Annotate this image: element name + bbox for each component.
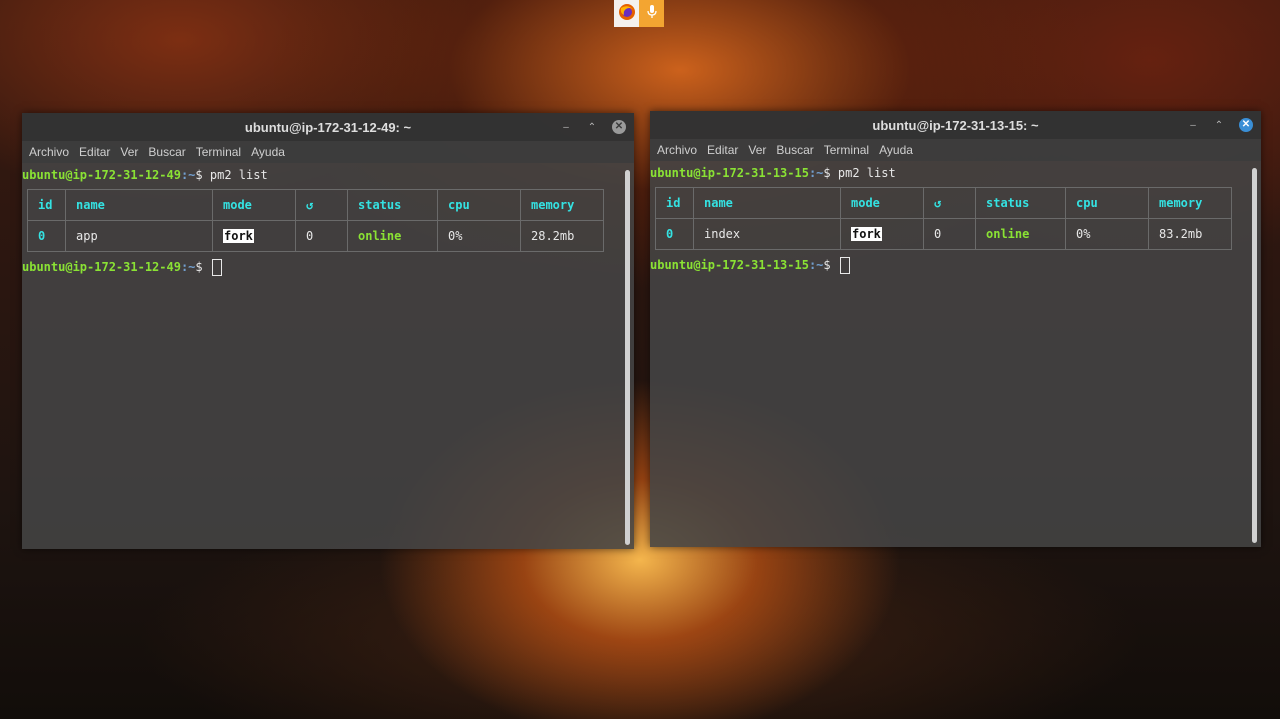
header-name: name — [693, 187, 841, 219]
menu-buscar[interactable]: Buscar — [148, 145, 185, 159]
prompt-symbol: $ — [823, 258, 831, 272]
header-status: status — [347, 189, 438, 221]
cell-status: online — [975, 218, 1066, 250]
minimize-icon[interactable]: – — [1187, 120, 1199, 131]
header-cpu: cpu — [1065, 187, 1149, 219]
command-text: pm2 list — [202, 168, 268, 182]
menu-ayuda[interactable]: Ayuda — [879, 143, 913, 157]
table-row: 0 index fork 0 online 0% 83.2mb — [655, 218, 1232, 250]
window-title: ubuntu@ip-172-31-13-15: ~ — [872, 117, 1039, 133]
cell-id: 0 — [655, 218, 694, 250]
command-line: ubuntu@ip-172-31-12-49:~$ pm2 list — [22, 166, 634, 184]
microphone-icon — [646, 4, 658, 24]
cell-name: index — [693, 218, 841, 250]
restart-icon: ↺ — [923, 187, 976, 219]
menu-terminal[interactable]: Terminal — [196, 145, 241, 159]
microphone-launcher[interactable] — [639, 0, 664, 27]
maximize-icon[interactable]: ⌃ — [586, 122, 598, 133]
table-header-row: id name mode ↺ status cpu memory — [27, 189, 604, 221]
header-id: id — [27, 189, 66, 221]
title-bar[interactable]: ubuntu@ip-172-31-12-49: ~ – ⌃ ✕ — [22, 113, 634, 141]
header-memory: memory — [1148, 187, 1232, 219]
menu-bar: Archivo Editar Ver Buscar Terminal Ayuda — [650, 139, 1261, 161]
terminal-window-right[interactable]: ubuntu@ip-172-31-13-15: ~ – ⌃ ✕ Archivo … — [650, 111, 1261, 547]
command-line: ubuntu@ip-172-31-13-15:~$ pm2 list — [650, 164, 1261, 182]
close-icon[interactable]: ✕ — [612, 120, 626, 134]
terminal-output[interactable]: ubuntu@ip-172-31-13-15:~$ pm2 list id na… — [650, 161, 1261, 274]
menu-editar[interactable]: Editar — [707, 143, 738, 157]
prompt-line: ubuntu@ip-172-31-12-49:~$ — [22, 258, 634, 276]
pm2-process-table: id name mode ↺ status cpu memory 0 index… — [655, 187, 1232, 250]
cell-cpu: 0% — [1065, 218, 1149, 250]
scrollbar[interactable] — [625, 170, 630, 545]
header-mode: mode — [212, 189, 296, 221]
menu-archivo[interactable]: Archivo — [29, 145, 69, 159]
menu-ver[interactable]: Ver — [748, 143, 766, 157]
cell-id: 0 — [27, 220, 66, 252]
top-dock — [614, 0, 665, 27]
prompt-path: :~ — [808, 258, 824, 272]
cell-memory: 28.2mb — [520, 220, 604, 252]
prompt-path: :~ — [180, 260, 196, 274]
cell-memory: 83.2mb — [1148, 218, 1232, 250]
cell-restarts: 0 — [295, 220, 348, 252]
cell-status: online — [347, 220, 438, 252]
prompt-path: :~ — [180, 168, 196, 182]
prompt-path: :~ — [808, 166, 824, 180]
prompt-line: ubuntu@ip-172-31-13-15:~$ — [650, 256, 1261, 274]
firefox-icon — [618, 3, 636, 25]
menu-ayuda[interactable]: Ayuda — [251, 145, 285, 159]
terminal-output[interactable]: ubuntu@ip-172-31-12-49:~$ pm2 list id na… — [22, 163, 634, 276]
title-bar[interactable]: ubuntu@ip-172-31-13-15: ~ – ⌃ ✕ — [650, 111, 1261, 139]
menu-terminal[interactable]: Terminal — [824, 143, 869, 157]
prompt-user: ubuntu@ip-172-31-13-15 — [650, 258, 809, 272]
restart-icon: ↺ — [295, 189, 348, 221]
menu-archivo[interactable]: Archivo — [657, 143, 697, 157]
mode-value: fork — [851, 227, 882, 241]
scrollbar[interactable] — [1252, 168, 1257, 543]
cell-mode: fork — [840, 218, 924, 250]
table-header-row: id name mode ↺ status cpu memory — [655, 187, 1232, 219]
cell-restarts: 0 — [923, 218, 976, 250]
close-icon[interactable]: ✕ — [1239, 118, 1253, 132]
mode-value: fork — [223, 229, 254, 243]
menu-ver[interactable]: Ver — [120, 145, 138, 159]
prompt-symbol: $ — [195, 168, 203, 182]
menu-buscar[interactable]: Buscar — [776, 143, 813, 157]
menu-bar: Archivo Editar Ver Buscar Terminal Ayuda — [22, 141, 634, 163]
header-cpu: cpu — [437, 189, 521, 221]
desktop-background: ubuntu@ip-172-31-12-49: ~ – ⌃ ✕ Archivo … — [0, 0, 1280, 719]
prompt-symbol: $ — [195, 260, 203, 274]
firefox-launcher[interactable] — [614, 0, 639, 27]
prompt-user: ubuntu@ip-172-31-12-49 — [22, 168, 181, 182]
minimize-icon[interactable]: – — [560, 122, 572, 133]
prompt-user: ubuntu@ip-172-31-12-49 — [22, 260, 181, 274]
cell-mode: fork — [212, 220, 296, 252]
header-name: name — [65, 189, 213, 221]
terminal-window-left[interactable]: ubuntu@ip-172-31-12-49: ~ – ⌃ ✕ Archivo … — [22, 113, 634, 549]
command-text: pm2 list — [830, 166, 896, 180]
table-row: 0 app fork 0 online 0% 28.2mb — [27, 220, 604, 252]
cell-name: app — [65, 220, 213, 252]
header-id: id — [655, 187, 694, 219]
text-cursor — [211, 259, 222, 276]
prompt-symbol: $ — [823, 166, 831, 180]
menu-editar[interactable]: Editar — [79, 145, 110, 159]
pm2-process-table: id name mode ↺ status cpu memory 0 app f… — [27, 189, 604, 252]
text-cursor — [839, 257, 850, 274]
header-status: status — [975, 187, 1066, 219]
maximize-icon[interactable]: ⌃ — [1213, 120, 1225, 131]
window-title: ubuntu@ip-172-31-12-49: ~ — [244, 119, 412, 135]
header-mode: mode — [840, 187, 924, 219]
cell-cpu: 0% — [437, 220, 521, 252]
prompt-user: ubuntu@ip-172-31-13-15 — [650, 166, 809, 180]
header-memory: memory — [520, 189, 604, 221]
